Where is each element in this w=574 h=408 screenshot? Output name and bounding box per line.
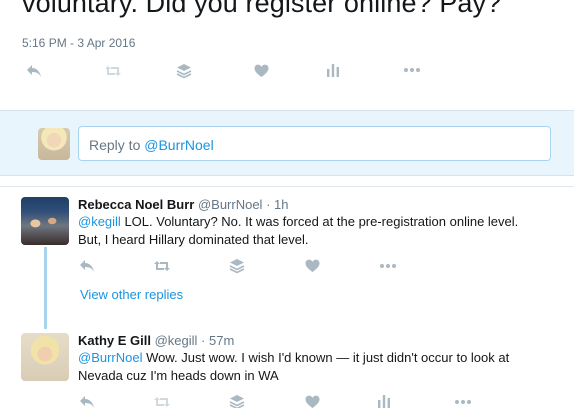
analytics-icon[interactable] <box>377 394 391 408</box>
avatar <box>38 128 70 160</box>
reply-text-line1: Wow. Just wow. I wish I'd known — it jus… <box>142 350 510 365</box>
avatar-kathy[interactable] <box>21 333 69 381</box>
thread-connector <box>44 247 47 329</box>
author-handle[interactable]: @BurrNoel <box>198 197 263 212</box>
reply-input[interactable]: Reply to @BurrNoel <box>78 126 551 161</box>
view-other-replies-link[interactable]: View other replies <box>80 287 183 302</box>
reply-prefix: Reply to <box>89 137 145 153</box>
buffer-icon[interactable] <box>176 63 192 79</box>
reply-header: Kathy E Gill @kegill · 57m <box>78 333 234 348</box>
author-name[interactable]: Rebecca Noel Burr <box>78 197 194 212</box>
reply-text-line2: Nevada cuz I'm heads down in WA <box>78 368 279 383</box>
mention-link[interactable]: @BurrNoel <box>78 350 143 365</box>
reply-icon[interactable] <box>79 395 95 408</box>
heart-icon[interactable] <box>305 395 320 408</box>
buffer-icon[interactable] <box>229 258 245 274</box>
reply-time[interactable]: 57m <box>209 333 234 348</box>
more-icon[interactable] <box>379 263 397 269</box>
mention-link[interactable]: @kegill <box>78 214 121 229</box>
tweet-timestamp[interactable]: 5:16 PM - 3 Apr 2016 <box>22 36 135 50</box>
buffer-icon[interactable] <box>229 394 245 408</box>
avatar-rebecca[interactable] <box>21 197 69 245</box>
analytics-icon[interactable] <box>326 63 340 77</box>
reply-text: @BurrNoel Wow. Just wow. I wish I'd know… <box>78 349 558 385</box>
separator: · <box>197 333 209 348</box>
reply-composer: Reply to @BurrNoel <box>0 110 574 176</box>
reply-text-line2: But, I heard Hillary dominated that leve… <box>78 232 309 247</box>
retweet-icon[interactable] <box>153 395 171 408</box>
tweet-text: voluntary. Did you register online? Pay? <box>22 0 502 18</box>
reply-handle: @BurrNoel <box>144 137 214 153</box>
reply-icon[interactable] <box>26 64 42 78</box>
retweet-icon[interactable] <box>153 259 171 273</box>
more-icon[interactable] <box>454 399 472 405</box>
author-name[interactable]: Kathy E Gill <box>78 333 151 348</box>
author-handle[interactable]: @kegill <box>155 333 198 348</box>
retweet-icon[interactable] <box>104 64 122 78</box>
separator: · <box>262 197 275 212</box>
divider <box>0 186 574 187</box>
more-icon[interactable] <box>403 67 421 73</box>
heart-icon[interactable] <box>305 259 320 273</box>
heart-icon[interactable] <box>254 64 269 78</box>
reply-text: @kegill LOL. Voluntary? No. It was force… <box>78 213 558 249</box>
reply-header: Rebecca Noel Burr @BurrNoel · 1h <box>78 197 288 212</box>
reply-time[interactable]: 1h <box>274 197 288 212</box>
reply-text-line1: LOL. Voluntary? No. It was forced at the… <box>120 214 519 229</box>
reply-icon[interactable] <box>79 259 95 273</box>
